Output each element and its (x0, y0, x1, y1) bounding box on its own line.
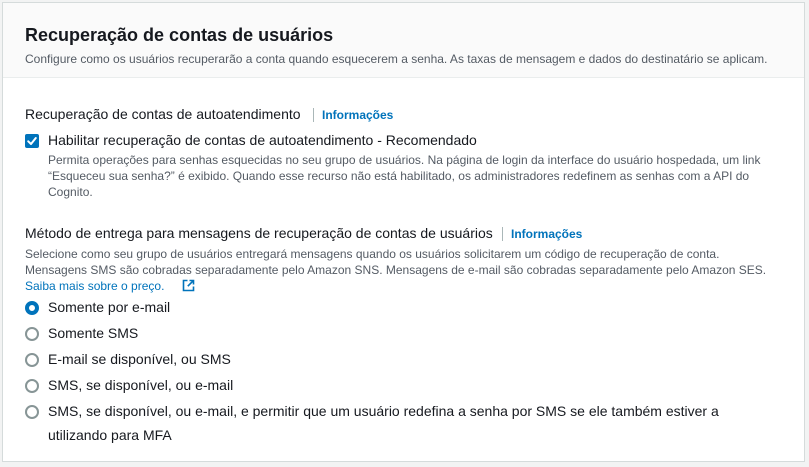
self-service-info-link[interactable]: Informações (313, 108, 393, 122)
radio-sms-or-email-mfa[interactable] (25, 405, 39, 419)
self-service-description-line-1: Permita operações para senhas esquecidas… (48, 153, 761, 167)
delivery-description-line-2: Mensagens SMS são cobradas separadamente… (25, 263, 767, 277)
self-service-label: Recuperação de contas de autoatendimento (25, 106, 301, 122)
panel-title: Recuperação de contas de usuários (25, 25, 334, 45)
self-service-checkbox-label[interactable]: Habilitar recuperação de contas de autoa… (48, 132, 477, 148)
panel-header: Recuperação de contas de usuários Config… (3, 3, 804, 78)
panel-subtitle: Configure como os usuários recuperarão a… (25, 52, 768, 66)
external-link-icon[interactable] (182, 279, 195, 292)
delivery-method-info-link[interactable]: Informações (502, 227, 582, 241)
radio-sms-only-label[interactable]: Somente SMS (48, 325, 138, 341)
radio-email-or-sms-label[interactable]: E-mail se disponível, ou SMS (48, 351, 231, 367)
radio-sms-or-email-label[interactable]: SMS, se disponível, ou e-mail (48, 377, 233, 393)
radio-sms-or-email-mfa-label-line-2[interactable]: utilizando para MFA (48, 427, 172, 443)
radio-email-or-sms[interactable] (25, 353, 39, 367)
pricing-learn-more-link[interactable]: Saiba mais sobre o preço. (25, 279, 164, 293)
radio-email-only-label[interactable]: Somente por e-mail (48, 299, 170, 315)
account-recovery-panel: Recuperação de contas de usuários Config… (2, 2, 805, 462)
self-service-description-line-2: “Esqueceu sua senha?” é exibido. Quando … (48, 169, 750, 183)
radio-sms-or-email-mfa-label-line-1[interactable]: SMS, se disponível, ou e-mail, e permiti… (48, 403, 719, 419)
radio-email-only[interactable] (25, 301, 39, 315)
delivery-description-line-1: Selecione como seu grupo de usuários ent… (25, 247, 720, 261)
self-service-checkbox[interactable] (25, 134, 39, 148)
delivery-method-label: Método de entrega para mensagens de recu… (25, 225, 493, 241)
radio-sms-only[interactable] (25, 327, 39, 341)
radio-sms-or-email[interactable] (25, 379, 39, 393)
check-icon (27, 137, 37, 145)
self-service-description-line-3: Cognito. (48, 185, 93, 199)
